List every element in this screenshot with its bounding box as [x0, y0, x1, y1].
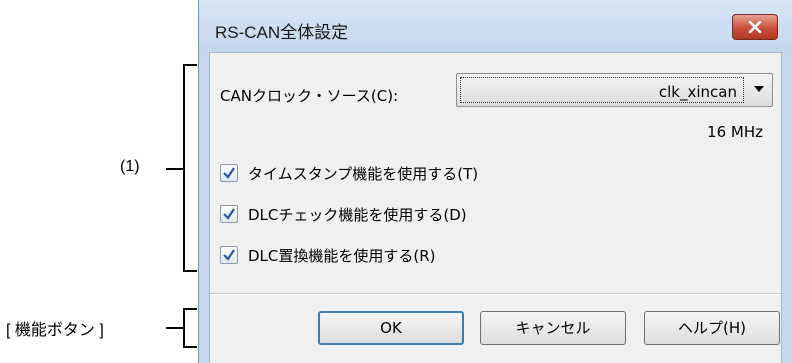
- ok-button[interactable]: OK: [318, 311, 464, 345]
- close-icon: [748, 21, 762, 33]
- timestamp-checkbox-label: タイムスタンプ機能を使用する(T): [248, 165, 479, 183]
- help-button[interactable]: ヘルプ(H): [644, 311, 780, 345]
- checkmark-icon: [223, 249, 235, 261]
- chevron-down-icon: [754, 86, 764, 92]
- dlc-replace-checkbox-label: DLC置換機能を使用する(R): [248, 247, 436, 265]
- close-button[interactable]: [732, 14, 778, 40]
- dialog-title: RS-CAN全体設定: [215, 23, 349, 42]
- clock-source-focus-rect: clk_xincan: [460, 77, 744, 103]
- dlc-check-checkbox-label: DLCチェック機能を使用する(D): [248, 206, 467, 224]
- clock-source-dropdown[interactable]: clk_xincan: [456, 73, 773, 107]
- annotation-buttons-label: [ 機能ボタン ]: [6, 322, 104, 339]
- clock-frequency: 16 MHz: [707, 123, 763, 141]
- checkmark-icon: [223, 167, 235, 179]
- button-separator: [210, 293, 781, 295]
- title-bar[interactable]: RS-CAN全体設定: [199, 0, 792, 52]
- clock-source-value: clk_xincan: [658, 83, 737, 101]
- cancel-button[interactable]: キャンセル: [480, 311, 626, 345]
- dlc-replace-checkbox[interactable]: [220, 246, 238, 264]
- clock-source-label: CANクロック・ソース(C):: [220, 87, 399, 105]
- checkmark-icon: [223, 208, 235, 220]
- annotation-group-label: (1): [120, 158, 140, 175]
- dlc-check-checkbox[interactable]: [220, 205, 238, 223]
- rs-can-settings-dialog: RS-CAN全体設定 CANクロック・ソース(C): clk_xincan 16…: [198, 0, 792, 363]
- timestamp-checkbox[interactable]: [220, 164, 238, 182]
- dialog-body: CANクロック・ソース(C): clk_xincan 16 MHz タイムスタン…: [209, 52, 782, 363]
